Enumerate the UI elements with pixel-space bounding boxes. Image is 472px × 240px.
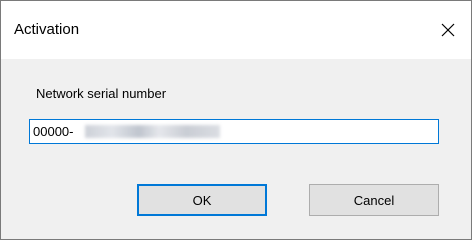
window-title: Activation [14, 21, 80, 38]
cancel-button[interactable]: Cancel [309, 184, 439, 216]
close-button[interactable] [425, 1, 471, 59]
serial-number-input[interactable] [29, 119, 439, 144]
serial-number-label: Network serial number [36, 86, 167, 101]
activation-dialog: Activation Network serial number OK Canc… [0, 0, 472, 240]
close-icon [441, 23, 455, 37]
title-bar: Activation [1, 1, 471, 59]
dialog-body: Network serial number OK Cancel [1, 59, 471, 239]
ok-button[interactable]: OK [137, 184, 267, 216]
